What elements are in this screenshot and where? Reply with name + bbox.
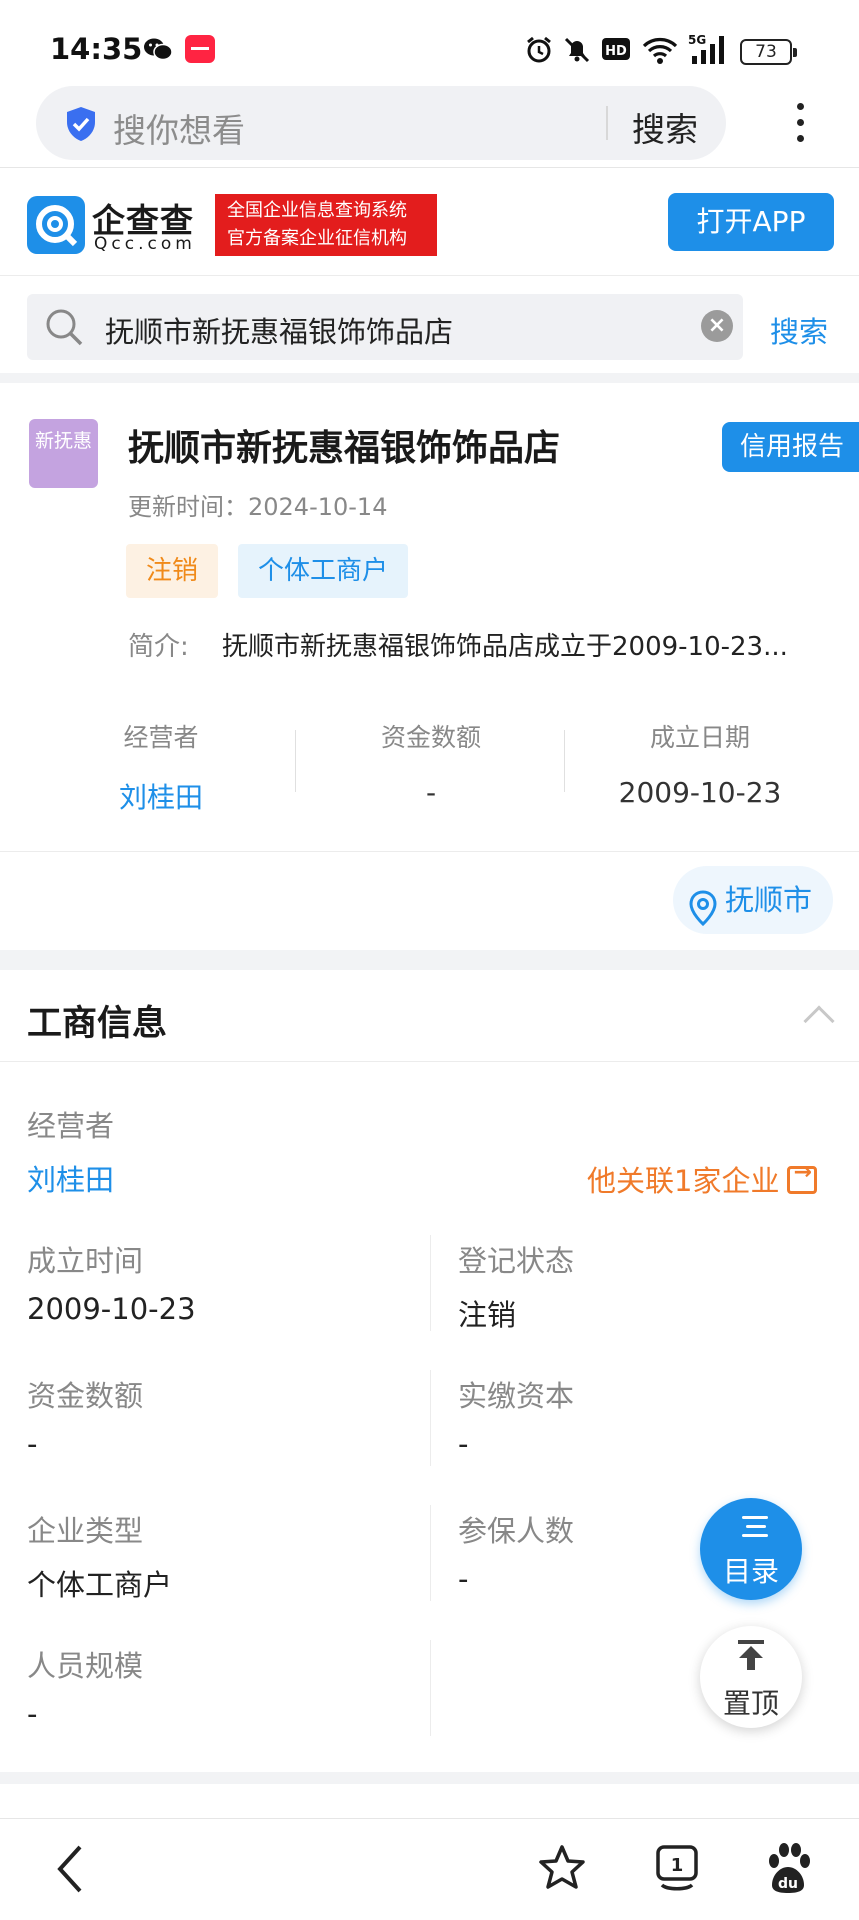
wechat-icon [143, 36, 173, 66]
location-pin-icon [689, 882, 717, 950]
field-label: 资金数额 [27, 1379, 144, 1413]
operator-label: 经营者 [27, 1109, 115, 1143]
star-icon[interactable] [536, 1841, 588, 1901]
back-to-top-button[interactable]: 置顶 [700, 1626, 802, 1728]
company-name: 抚顺市新抚惠福银饰饰品店 [128, 428, 561, 469]
stat-capital: 资金数额 - [296, 718, 566, 809]
badge-line-1: 全国企业信息查询系统 [227, 200, 407, 221]
xiaohongshu-icon [185, 35, 215, 67]
field-value: - [458, 1427, 469, 1461]
field-label: 成立时间 [27, 1244, 144, 1278]
status-badge: 注销 [126, 544, 219, 598]
company-search-field[interactable]: 抚顺市新抚惠福银饰饰品店 × [27, 294, 743, 360]
company-intro[interactable]: 抚顺市新抚惠福银饰饰品店成立于2009-10-23... [222, 626, 834, 663]
wifi-icon [642, 36, 678, 68]
5g-signal-icon: 5G [688, 32, 730, 70]
badge-line-2: 官方备案企业征信机构 [227, 228, 407, 249]
search-icon [43, 306, 85, 352]
shield-icon [64, 106, 98, 146]
related-companies-link[interactable]: 他关联1家企业 [587, 1158, 818, 1200]
location-text: 抚顺市 [725, 883, 813, 917]
baidu-paw-icon[interactable]: du [762, 1841, 814, 1901]
divider [606, 106, 608, 140]
svg-text:5G: 5G [688, 33, 706, 47]
section-gap [0, 1772, 859, 1784]
clear-icon[interactable]: × [701, 310, 733, 342]
table-of-contents-button[interactable]: 目录 [700, 1498, 802, 1600]
field-value: 个体工商户 [27, 1568, 173, 1602]
divider [0, 1061, 859, 1062]
divider [430, 1370, 431, 1466]
operator-link[interactable]: 刘桂田 [27, 1157, 114, 1199]
section-gap [0, 373, 859, 383]
more-menu-icon[interactable] [790, 98, 810, 150]
stat-value: 2009-10-23 [618, 776, 782, 809]
field-value: - [458, 1562, 469, 1596]
qcc-logo-icon [27, 196, 85, 258]
field-value: - [27, 1427, 38, 1461]
divider [430, 1235, 431, 1331]
divider [430, 1640, 431, 1736]
stat-label: 成立日期 [649, 723, 750, 752]
field-label: 人员规模 [27, 1649, 144, 1683]
svg-text:du: du [778, 1876, 798, 1892]
stat-value: - [425, 776, 437, 809]
logo-subtext: Qcc.com [94, 234, 196, 254]
intro-label: 简介: [128, 632, 189, 662]
divider [0, 275, 859, 276]
company-search-value: 抚顺市新抚惠福银饰饰品店 [105, 315, 454, 349]
field-label: 企业类型 [27, 1514, 144, 1548]
back-icon[interactable] [50, 1841, 90, 1901]
field-value: 2009-10-23 [27, 1292, 196, 1326]
open-app-button[interactable]: 打开APP [668, 193, 834, 251]
status-bar: 14:35 HD 5G 73 [0, 0, 859, 84]
divider [0, 167, 859, 168]
browser-search-button[interactable]: 搜索 [632, 103, 698, 151]
company-avatar: 新抚惠 [29, 419, 98, 488]
browser-search-placeholder: 搜你想看 [113, 111, 245, 150]
alarm-icon [525, 36, 553, 68]
company-avatar-text: 新抚惠 [34, 430, 92, 452]
divider [430, 1505, 431, 1601]
related-text: 他关联1家企业 [587, 1164, 780, 1198]
battery-indicator: 73 [740, 39, 797, 65]
browser-bar: 搜你想看 搜索 [0, 84, 859, 168]
section-gap [0, 950, 859, 970]
update-time: 更新时间：2024-10-14 [128, 493, 388, 521]
tabs-icon[interactable]: 1 [652, 1841, 702, 1901]
stat-founded: 成立日期 2009-10-23 [565, 718, 835, 809]
top-label: 置顶 [722, 1687, 779, 1720]
stat-operator[interactable]: 经营者 刘桂田 [26, 718, 296, 816]
official-badge: 全国企业信息查询系统 官方备案企业征信机构 [215, 194, 437, 256]
browser-search-field[interactable]: 搜你想看 搜索 [36, 86, 726, 160]
stat-label: 资金数额 [380, 723, 481, 752]
svg-text:HD: HD [605, 44, 627, 59]
toc-label: 目录 [722, 1555, 779, 1588]
field-label: 参保人数 [458, 1514, 575, 1548]
field-value: 注销 [458, 1298, 517, 1332]
field-label: 实缴资本 [458, 1379, 575, 1413]
bottom-nav: 1 du [0, 1818, 859, 1920]
stat-value[interactable]: 刘桂田 [26, 776, 296, 816]
hd-icon: HD [602, 36, 630, 66]
status-time: 14:35 [50, 32, 143, 66]
divider [0, 851, 859, 852]
section-title: 工商信息 [27, 1004, 168, 1044]
qcc-logo[interactable]: 企查查 Qcc.com 全国企业信息查询系统 官方备案企业征信机构 [27, 194, 437, 256]
field-label: 登记状态 [458, 1244, 575, 1278]
arrow-up-icon [736, 1640, 766, 1676]
stat-label: 经营者 [123, 723, 199, 752]
list-icon [738, 1516, 770, 1542]
credit-report-button[interactable]: 信用报告 [722, 422, 859, 472]
mute-icon [563, 36, 591, 68]
field-value: - [27, 1697, 38, 1731]
tab-count: 1 [671, 1855, 684, 1876]
chevron-up-icon[interactable] [803, 1005, 835, 1037]
company-search-button[interactable]: 搜索 [770, 309, 828, 351]
type-badge: 个体工商户 [238, 544, 409, 598]
location-button[interactable]: 抚顺市 [673, 866, 833, 934]
external-link-icon [787, 1160, 818, 1194]
